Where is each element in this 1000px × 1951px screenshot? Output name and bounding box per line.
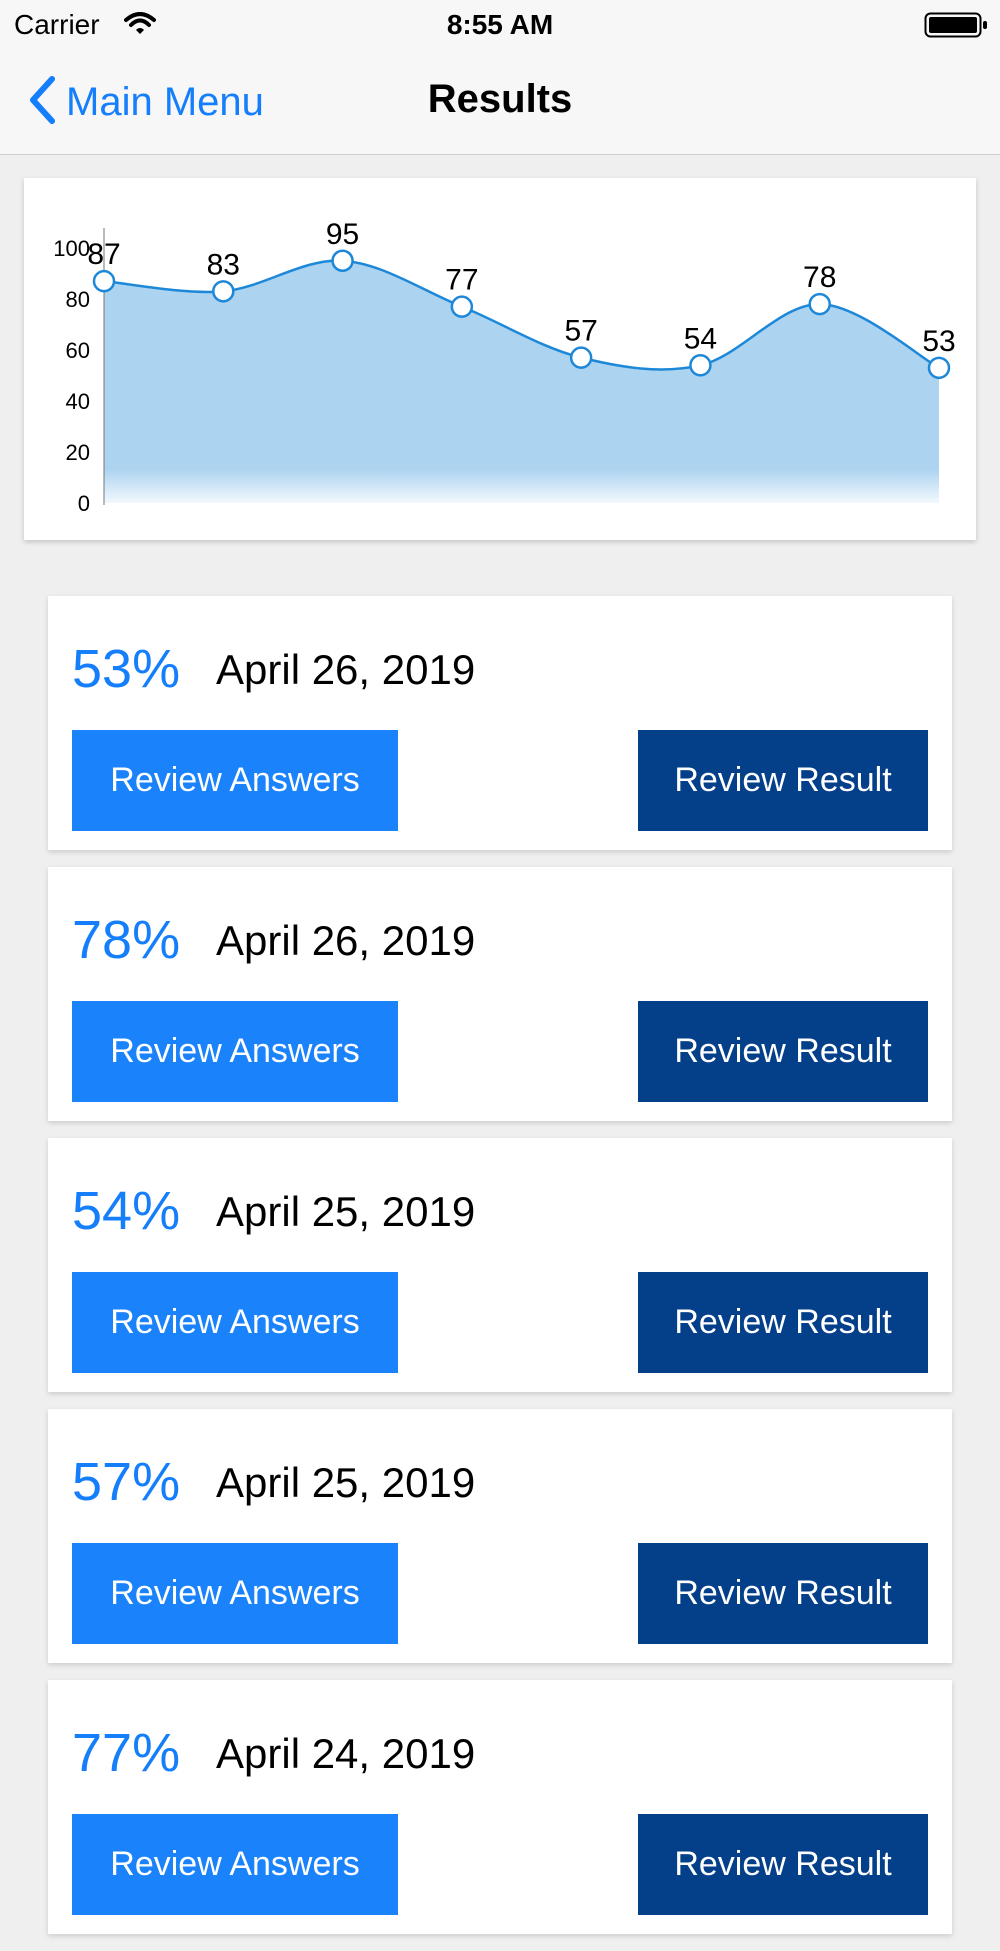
chart-data-label: 53: [922, 325, 955, 358]
result-card: 78% April 26, 2019 Review Answers Review…: [48, 867, 952, 1121]
result-score: 78%: [72, 910, 181, 970]
result-card: 53% April 26, 2019 Review Answers Review…: [48, 596, 952, 850]
chart-y-tick-label: 100: [53, 236, 90, 261]
result-date: April 25, 2019: [216, 1188, 476, 1235]
review-answers-button[interactable]: Review Answers: [72, 730, 398, 831]
navigation-bar: Main Menu Results: [0, 50, 1000, 155]
chart-data-point: [450, 295, 474, 318]
chart-data-point: [92, 269, 116, 293]
chart-data-label: 78: [803, 261, 836, 294]
review-answers-button[interactable]: Review Answers: [72, 1814, 398, 1915]
chart-y-tick-label: 0: [78, 491, 90, 516]
result-card: 54% April 25, 2019 Review Answers Review…: [48, 1138, 952, 1392]
chart-data-point: [689, 354, 712, 377]
chart-data-label: 54: [684, 322, 717, 355]
chart-data-point: [212, 280, 235, 303]
chart-data-label: 77: [445, 264, 478, 297]
result-score: 53%: [72, 639, 181, 699]
chart-data-label: 57: [564, 315, 597, 348]
chart-data-point: [331, 249, 354, 272]
chart-data-label: 95: [326, 218, 359, 251]
chart-data-point: [927, 356, 951, 380]
result-score: 77%: [72, 1723, 181, 1783]
review-result-button[interactable]: Review Result: [638, 1001, 928, 1102]
review-answers-button[interactable]: Review Answers: [72, 1001, 398, 1102]
result-score: 57%: [72, 1452, 181, 1512]
chart-y-tick-label: 20: [66, 440, 90, 465]
chart-data-label: 87: [87, 238, 120, 271]
review-result-button[interactable]: Review Result: [638, 1814, 928, 1915]
chart-y-tick-label: 40: [66, 389, 90, 414]
review-result-button[interactable]: Review Result: [638, 1272, 928, 1373]
status-time: 8:55 AM: [446, 9, 554, 40]
page-title: Results: [427, 77, 573, 121]
result-score: 54%: [72, 1181, 181, 1241]
result-date: April 26, 2019: [216, 646, 476, 693]
score-chart-svg: 0 20 40 60 80 10087 83 95 77 57 54 78 53: [53, 218, 955, 516]
chart-data-label: 83: [207, 248, 240, 281]
result-date: April 24, 2019: [216, 1730, 476, 1777]
review-result-button[interactable]: Review Result: [638, 1543, 928, 1644]
review-answers-button[interactable]: Review Answers: [72, 1272, 398, 1373]
status-bar: Carrier 8:55 AM: [0, 0, 1000, 50]
results-list: 53% April 26, 2019 Review Answers Review…: [48, 596, 952, 1951]
result-card: 77% April 24, 2019 Review Answers Review…: [48, 1680, 952, 1934]
chart-y-tick-label: 80: [66, 287, 90, 312]
review-answers-button[interactable]: Review Answers: [72, 1543, 398, 1644]
result-date: April 25, 2019: [216, 1459, 476, 1506]
score-chart: 0 20 40 60 80 100 87 83 95 77 57 54 78 53: [24, 178, 976, 540]
chart-data-point: [569, 346, 593, 369]
result-card: 57% April 25, 2019 Review Answers Review…: [48, 1409, 952, 1663]
review-result-button[interactable]: Review Result: [638, 730, 928, 831]
result-date: April 26, 2019: [216, 917, 476, 964]
chart-y-tick-label: 60: [66, 338, 90, 363]
chart-data-point: [808, 292, 831, 316]
battery-icon: [924, 11, 988, 44]
